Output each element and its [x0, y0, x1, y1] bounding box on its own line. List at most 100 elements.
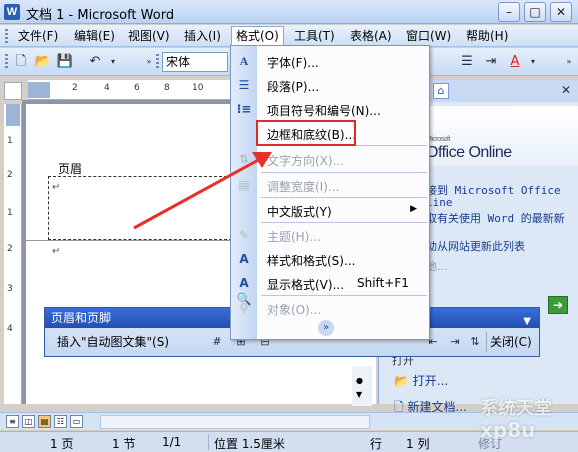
text-direction-icon: ⇅	[238, 152, 250, 166]
styles-icon: A	[239, 252, 249, 266]
menubar-grip[interactable]	[5, 29, 8, 43]
office-online-logo[interactable]: Microsoft Office Online	[426, 136, 512, 162]
ruler-margin-top	[6, 104, 20, 126]
menu-item-object[interactable]: ⚲ 对象(O)...	[231, 297, 429, 319]
next-page-icon[interactable]: ▼	[356, 390, 362, 399]
task-pane-line[interactable]: 动从网站更新此列表	[426, 238, 525, 254]
title-bar: W 文档 1 - Microsoft Word – □ ✕	[0, 0, 578, 24]
indent-icon[interactable]: ⇥	[482, 53, 500, 71]
word-app-icon[interactable]: W	[4, 4, 20, 20]
toolbar-grip[interactable]	[5, 54, 8, 70]
menu-item-paragraph[interactable]: ☰ 段落(P)...	[231, 74, 429, 96]
font-color-icon[interactable]: A	[506, 53, 524, 71]
menu-item-label: 调整宽度(I)...	[267, 180, 340, 194]
format-toolbar-grip[interactable]	[156, 54, 159, 70]
menu-window[interactable]: 窗口(W)	[402, 27, 455, 45]
window-title: 文档 1 - Microsoft Word	[26, 8, 175, 23]
open-folder-icon[interactable]: 📂	[34, 53, 52, 71]
menu-bar: 文件(F) 编辑(E) 视图(V) 插入(I) 格式(O) 工具(T) 表格(A…	[0, 25, 578, 47]
maximize-icon[interactable]: □	[524, 2, 546, 22]
tab-selector[interactable]	[4, 82, 22, 100]
header-label: 页眉	[58, 162, 83, 176]
submenu-arrow-icon: ▶	[410, 204, 417, 214]
ruler-number: 1	[7, 136, 13, 146]
folder-icon: 📂	[394, 374, 409, 388]
paragraph-mark-icon: ↵	[52, 246, 61, 257]
menu-separator	[261, 295, 427, 296]
vertical-ruler[interactable]: 1 2 1 2 3 4	[4, 104, 22, 404]
ruler-number: 8	[164, 83, 170, 93]
ruler-number: 3	[7, 284, 13, 294]
minimize-icon[interactable]: –	[498, 2, 520, 22]
menu-file[interactable]: 文件(F)	[14, 27, 62, 45]
task-pane-line[interactable]: 取有关使用 Word 的最新新	[426, 210, 565, 226]
highlight-box	[256, 120, 356, 146]
menu-separator	[261, 222, 427, 223]
menu-item-shortcut: Shift+F1	[357, 276, 409, 290]
menu-help[interactable]: 帮助(H)	[462, 27, 512, 45]
menu-item-font[interactable]: A 字体(F)...	[231, 50, 429, 72]
status-page-of: 1/1	[162, 435, 182, 449]
office-online-brand: Office Online	[426, 144, 512, 161]
go-arrow-icon[interactable]: ➔	[548, 296, 568, 314]
menu-item-label: 主题(H)...	[267, 230, 321, 244]
status-column: 1 列	[406, 437, 430, 451]
insert-page-number-icon[interactable]: #	[209, 334, 225, 350]
font-color-dropdown-icon[interactable]: ▾	[524, 53, 542, 71]
menu-view[interactable]: 视图(V)	[124, 27, 174, 45]
normal-view-icon[interactable]: ≡	[6, 415, 19, 428]
menu-item-adjust-width[interactable]: ▤ 调整宽度(I)...	[231, 174, 429, 196]
paragraph-icon: ☰	[238, 78, 250, 92]
ruler-number: 4	[104, 83, 110, 93]
menu-item-bullets[interactable]: ⁝≡ 项目符号和编号(N)...	[231, 98, 429, 120]
ruler-number: 2	[7, 170, 13, 180]
vertical-scrollbar[interactable]: ● ▼	[352, 366, 372, 406]
new-document-icon[interactable]: 🗋	[12, 53, 30, 71]
ruler-number: 2	[7, 244, 13, 254]
show-next-icon[interactable]: ⇥	[447, 334, 463, 350]
home-icon[interactable]: ⌂	[433, 83, 449, 99]
menu-table[interactable]: 表格(A)	[346, 27, 396, 45]
font-A-icon: A	[239, 54, 249, 68]
reveal-formatting-icon: A🔍	[236, 276, 252, 306]
menu-item-reveal-formatting[interactable]: A🔍 显示格式(V)... Shift+F1	[231, 272, 429, 306]
menu-item-label: 对象(O)...	[267, 303, 322, 317]
reading-view-icon[interactable]: ▭	[70, 415, 83, 428]
menu-item-text-direction[interactable]: ⇅ 文字方向(X)...	[231, 148, 429, 170]
menu-format[interactable]: 格式(O)	[231, 26, 284, 47]
status-separator	[208, 434, 209, 450]
undo-dropdown-icon[interactable]: ▾	[104, 53, 122, 71]
menu-item-label: 段落(P)...	[267, 80, 320, 94]
font-name-box[interactable]: 宋体	[162, 52, 228, 72]
insert-autotext-button[interactable]: 插入"自动图文集"(S)	[57, 333, 169, 350]
header-footer-title: 页眉和页脚	[51, 311, 112, 325]
menu-separator	[261, 197, 427, 198]
menu-tools[interactable]: 工具(T)	[290, 27, 339, 45]
menu-insert[interactable]: 插入(I)	[180, 27, 225, 45]
expand-menu-icon[interactable]: »	[318, 320, 334, 336]
status-section: 1 节	[112, 437, 136, 451]
align-icon[interactable]: ☰	[458, 53, 476, 71]
web-view-icon[interactable]: ◫	[22, 415, 35, 428]
toolbar-overflow-icon[interactable]: »	[560, 53, 578, 71]
print-layout-icon[interactable]: ▤	[38, 415, 51, 428]
menu-item-asian-layout[interactable]: 中文版式(Y) ▶	[231, 199, 429, 221]
ruler-number: 4	[7, 324, 13, 334]
open-link[interactable]: 📂 打开...	[394, 372, 448, 389]
task-pane-close-icon[interactable]: ✕	[561, 83, 571, 97]
menu-item-theme[interactable]: ✎ 主题(H)...	[231, 224, 429, 246]
close-header-footer-button[interactable]: 关闭(C)	[486, 332, 535, 352]
switch-header-footer-icon[interactable]: ⇅	[467, 334, 483, 350]
ruler-margin-left	[28, 82, 50, 98]
status-line: 行	[370, 437, 383, 451]
menu-item-styles[interactable]: A 样式和格式(S)...	[231, 248, 429, 270]
menu-edit[interactable]: 编辑(E)	[70, 27, 119, 45]
prev-page-icon[interactable]: ●	[356, 376, 363, 385]
horizontal-scrollbar[interactable]	[100, 415, 370, 429]
ruler-number: 2	[72, 83, 78, 93]
save-icon[interactable]: 💾	[56, 53, 74, 71]
close-icon[interactable]: ✕	[550, 2, 572, 22]
outline-view-icon[interactable]: ☷	[54, 415, 67, 428]
undo-icon[interactable]: ↶	[86, 53, 104, 71]
object-icon: ⚲	[239, 301, 249, 315]
